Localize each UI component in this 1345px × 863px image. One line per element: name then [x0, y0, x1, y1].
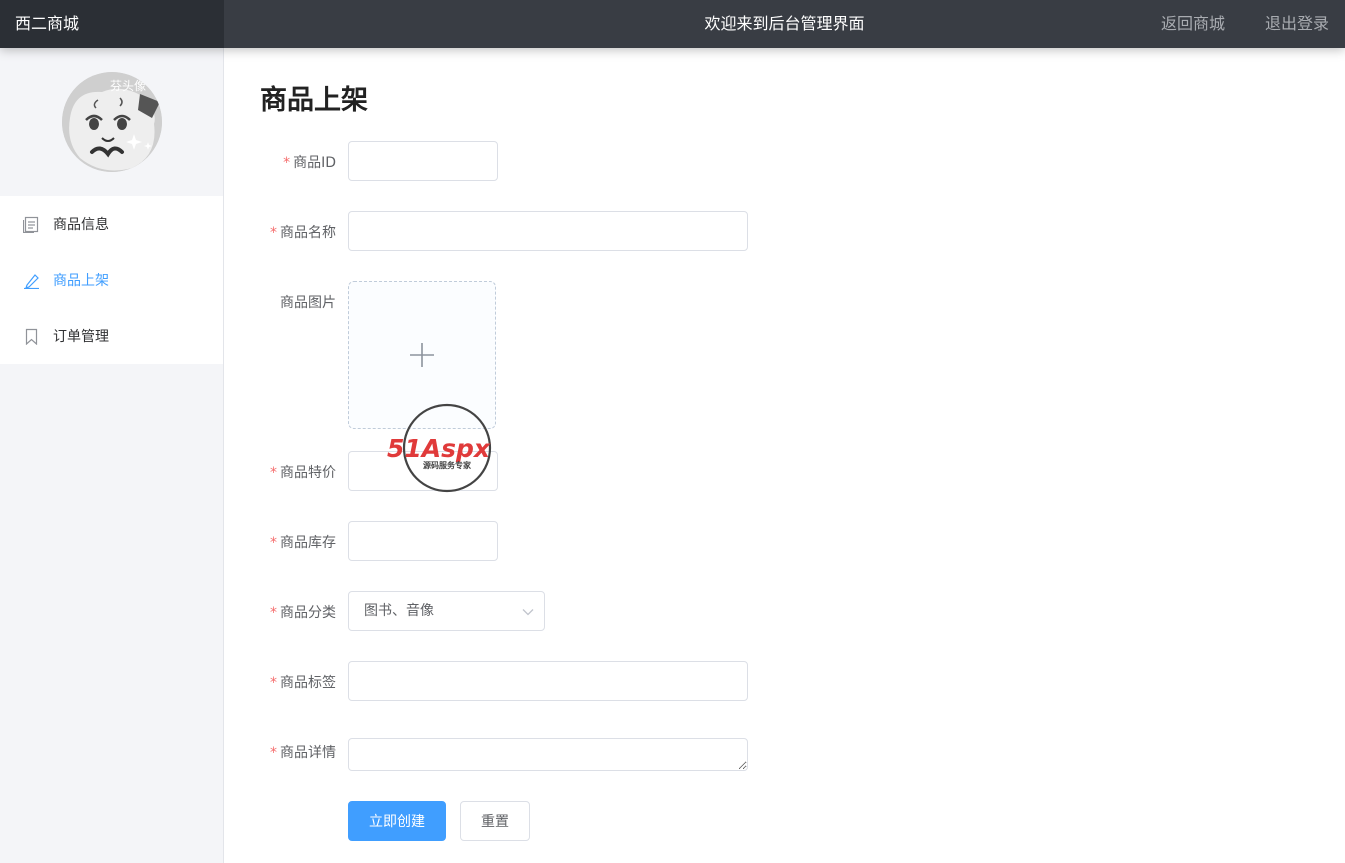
create-button[interactable]: 立即创建	[348, 801, 446, 841]
avatar-container: 芬头像	[0, 48, 223, 196]
avatar-watermark-text: 芬头像	[110, 79, 146, 93]
page-title: 商品上架	[260, 85, 368, 116]
brand-title: 西二商城	[0, 0, 224, 48]
main-content: 商品上架 * 商品ID * 商品名称 商品图片 * 商品特价 * 商品库存 * 商品分类 …	[224, 48, 1345, 863]
product-detail-textarea[interactable]	[348, 738, 748, 771]
product-category-label-text: 商品分类	[280, 605, 336, 621]
product-detail-label: * 商品详情	[224, 742, 336, 762]
product-stock-label-text: 商品库存	[280, 535, 336, 551]
top-bar: 西二商城 欢迎来到后台管理界面 返回商城 退出登录	[0, 0, 1345, 48]
sidebar-item-label: 商品信息	[53, 217, 109, 233]
sidebar-menu: 商品信息 商品上架 订单管理	[0, 196, 223, 364]
sidebar-item-label: 商品上架	[53, 273, 109, 289]
required-mark: *	[270, 605, 277, 621]
product-stock-label: * 商品库存	[224, 532, 336, 552]
sidebar: 芬头像 商品信息 商品上架 订单管理	[0, 48, 224, 863]
required-mark: *	[270, 675, 277, 691]
product-price-label: * 商品特价	[224, 462, 336, 482]
product-price-input[interactable]	[348, 451, 498, 491]
product-name-label-text: 商品名称	[280, 225, 336, 241]
product-id-label-text: 商品ID	[293, 155, 336, 171]
sidebar-item-order-management[interactable]: 订单管理	[0, 308, 223, 364]
plus-icon	[410, 343, 434, 367]
image-uploader[interactable]	[348, 281, 496, 429]
edit-icon	[22, 271, 40, 289]
product-name-input[interactable]	[348, 211, 748, 251]
product-image-label: 商品图片	[280, 295, 336, 311]
required-mark: *	[270, 465, 277, 481]
chevron-down-icon	[522, 609, 534, 616]
reset-button[interactable]: 重置	[460, 801, 530, 841]
product-id-input[interactable]	[348, 141, 498, 181]
product-category-label: * 商品分类	[224, 602, 336, 622]
sidebar-item-product-listing[interactable]: 商品上架	[0, 252, 223, 308]
product-category-select[interactable]: 图书、音像	[348, 591, 545, 631]
product-detail-label-text: 商品详情	[280, 745, 336, 761]
product-price-label-text: 商品特价	[280, 465, 336, 481]
product-tags-label-text: 商品标签	[280, 675, 336, 691]
product-tags-input[interactable]	[348, 661, 748, 701]
product-tags-label: * 商品标签	[224, 672, 336, 692]
required-mark: *	[270, 535, 277, 551]
top-links: 返回商城 退出登录	[1161, 0, 1329, 48]
bookmark-icon	[22, 327, 40, 345]
category-selected-value: 图书、音像	[364, 603, 434, 619]
required-mark: *	[270, 225, 277, 241]
required-mark: *	[270, 745, 277, 761]
product-stock-input[interactable]	[348, 521, 498, 561]
back-to-shop-link[interactable]: 返回商城	[1161, 0, 1225, 48]
avatar[interactable]: 芬头像	[61, 72, 162, 172]
sidebar-item-product-info[interactable]: 商品信息	[0, 196, 223, 252]
document-icon	[22, 215, 40, 233]
product-id-label: * 商品ID	[224, 152, 336, 172]
required-mark: *	[283, 155, 291, 171]
logout-link[interactable]: 退出登录	[1265, 0, 1329, 48]
product-name-label: * 商品名称	[224, 222, 336, 242]
sidebar-item-label: 订单管理	[53, 329, 109, 345]
